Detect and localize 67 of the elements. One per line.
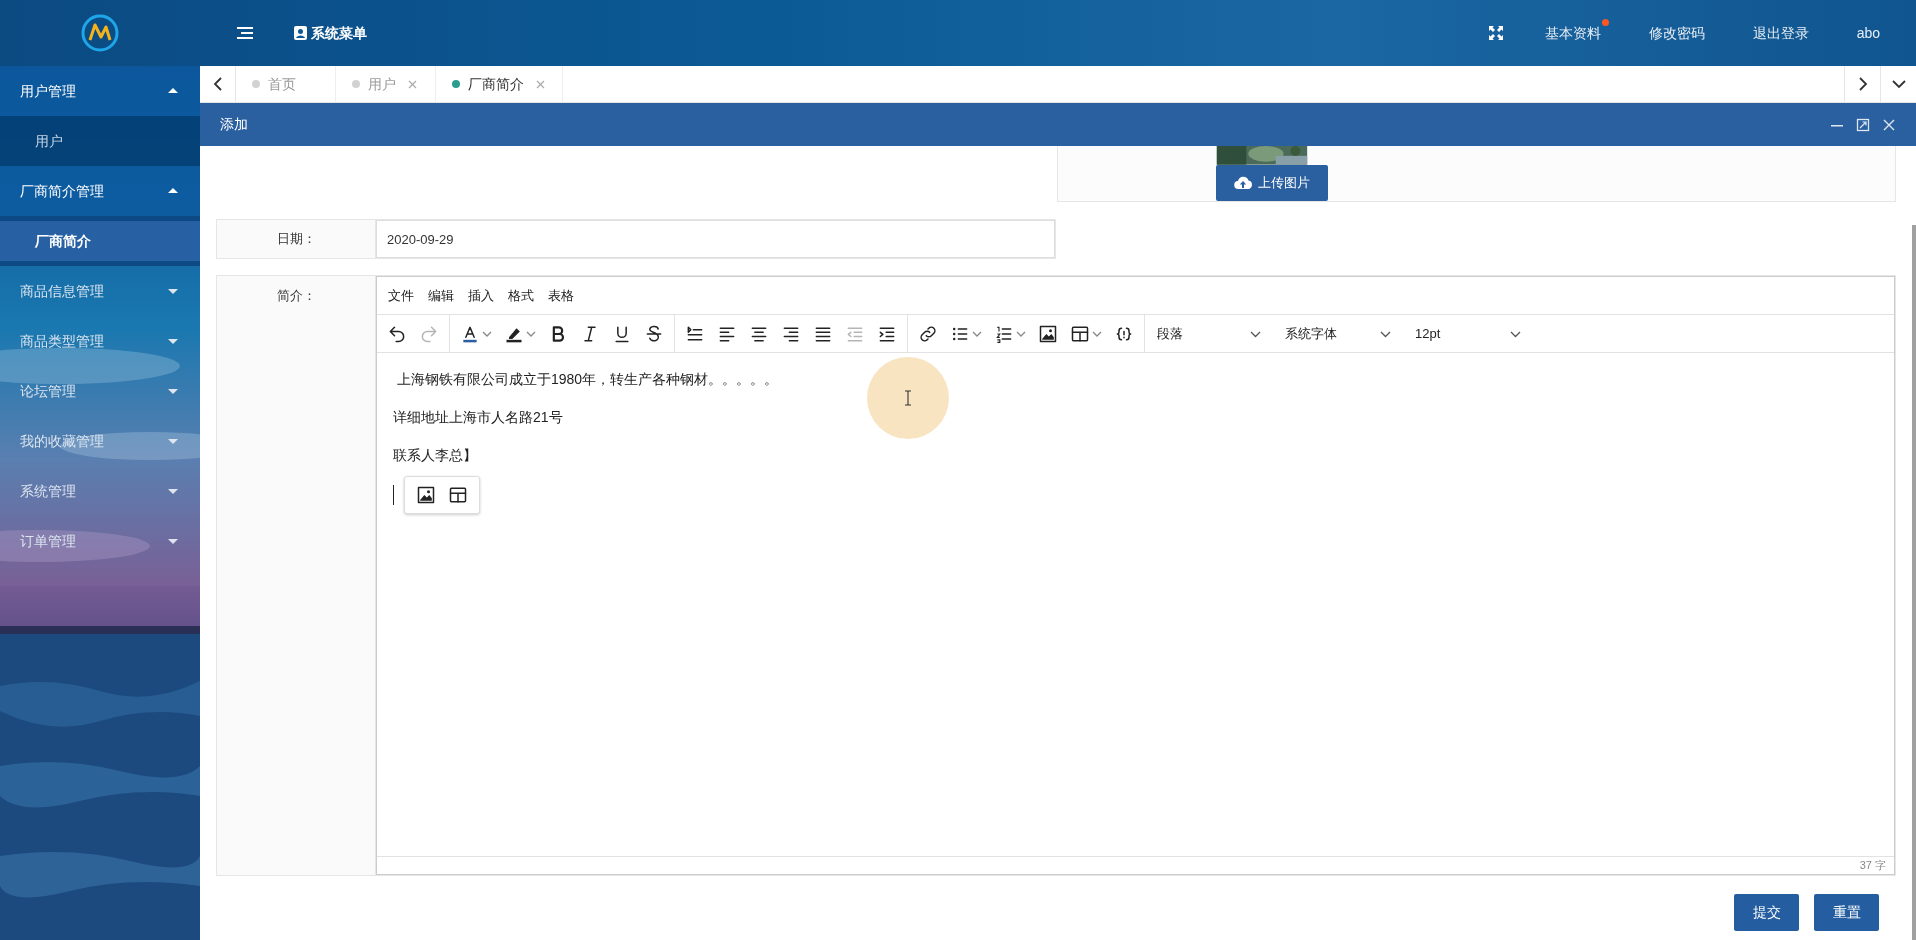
caret-down-icon [1092,329,1102,338]
scrollbar-thumb[interactable] [1912,225,1916,940]
field-label: 简介： [276,287,316,305]
upload-button[interactable]: 上传图片 [1216,164,1328,201]
caret-down-icon [526,329,536,338]
sidebar-item[interactable]: 论坛管理 [0,366,200,416]
chevron-down-icon [1250,329,1261,338]
sidebar-item[interactable]: 商品信息管理 [0,266,200,316]
link-icon [918,323,938,344]
menu-item[interactable]: 编辑 [421,285,461,306]
field-label: 日期： [276,230,316,249]
editor-area[interactable]: 上海钢铁有限公司成立于1980年，转生产各种钢材。。。。。 详细地址上海市人名路21号 联系人李总】 [377,353,1894,856]
menu-title[interactable]: 系统菜单 [311,22,367,44]
sidebar-subitem[interactable]: 用户 [0,116,200,166]
image-icon [416,485,436,505]
caret-down-icon [1016,329,1026,338]
user-name[interactable]: abo [1856,24,1880,41]
word-count: 37 字 [1859,858,1886,874]
dialog-title: 添加 [220,115,248,134]
chevron-left-icon[interactable] [212,77,223,91]
dropdown[interactable]: 系统字体 [1273,315,1403,352]
sidebar-item[interactable]: 用户管理 [0,66,200,116]
strikethrough-icon [644,323,664,344]
menu-icon[interactable] [237,26,253,40]
paragraph-text: 上海钢铁有限公司成立于1980年，转生产各种钢材。。。。。 [395,370,780,389]
chevron-right-icon[interactable] [1857,77,1868,91]
menu-item[interactable]: 插入 [461,285,501,306]
cloud-upload-icon [1234,175,1252,190]
sidebar-subitem[interactable]: 厂商简介 [0,216,200,266]
sidebar-item[interactable]: 商品类型管理 [0,316,200,366]
text-caret [393,485,394,505]
form-button[interactable]: 提交 [1734,894,1799,931]
header-link[interactable]: 基本资料 [1544,24,1601,41]
paragraph-text: 联系人李总】 [393,446,478,465]
menu-item[interactable]: 文件 [381,285,421,306]
tab[interactable]: 厂商简介 [436,66,563,102]
sidebar-item-label: 论坛管理 [20,381,76,401]
chevron-down-icon [1510,329,1521,338]
caret-down-icon [972,329,982,338]
date-field[interactable]: 2020-09-29 [376,220,1055,258]
sidebar-item-label: 商品类型管理 [20,331,104,351]
image-icon [1038,323,1058,344]
menu-item[interactable]: 格式 [501,285,541,306]
menu-item[interactable]: 表格 [541,285,581,306]
sidebar-item[interactable]: 系统管理 [0,466,200,516]
chevron-down-icon[interactable] [1891,79,1906,89]
header-link[interactable]: 修改密码 [1648,24,1705,41]
sidebar-item-label: 系统管理 [20,481,76,501]
logo-icon [80,13,120,53]
dropdown[interactable]: 段落 [1145,315,1273,352]
sidebar-item-label: 我的收藏管理 [20,431,104,451]
paragraph-text: 详细地址上海市人名路21号 [393,408,564,427]
form-button[interactable]: 重置 [1814,894,1879,931]
dropdown[interactable]: 12pt [1403,315,1533,352]
sidebar-item[interactable]: 厂商简介管理 [0,166,200,216]
sidebar-item-label: 厂商简介管理 [20,181,104,201]
text-cursor-icon [904,390,912,406]
maximize-icon[interactable] [1856,117,1870,132]
header-link[interactable]: 退出登录 [1752,24,1809,41]
chevron-down-icon [1380,329,1391,338]
sidebar-item-label: 商品信息管理 [20,281,104,301]
contacts-icon [294,26,307,40]
sidebar-item-label: 用户管理 [20,81,76,101]
fullscreen-icon[interactable] [1488,26,1503,40]
sidebar-item-label: 订单管理 [20,531,76,551]
caret-down-icon [482,329,492,338]
table-icon [448,485,468,505]
